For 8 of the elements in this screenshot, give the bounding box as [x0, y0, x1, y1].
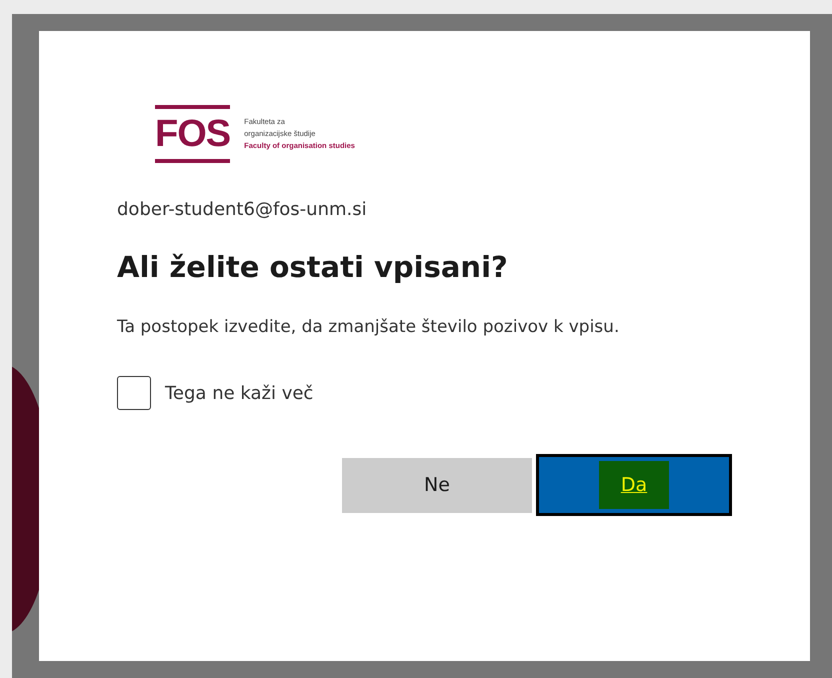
dialog-title: Ali želite ostati vpisani? [117, 250, 509, 284]
checkbox-label: Tega ne kaži več [165, 382, 314, 404]
account-email: dober-student6@fos-unm.si [117, 199, 368, 220]
checkbox[interactable] [117, 376, 151, 410]
no-button[interactable]: Ne [342, 458, 532, 512]
description-text: Ta postopek izvedite, da zmanjšate število pozivov k vpisu. [117, 316, 620, 339]
yes-button[interactable]: Da [536, 454, 732, 516]
logo-mark: FOS [155, 105, 230, 163]
